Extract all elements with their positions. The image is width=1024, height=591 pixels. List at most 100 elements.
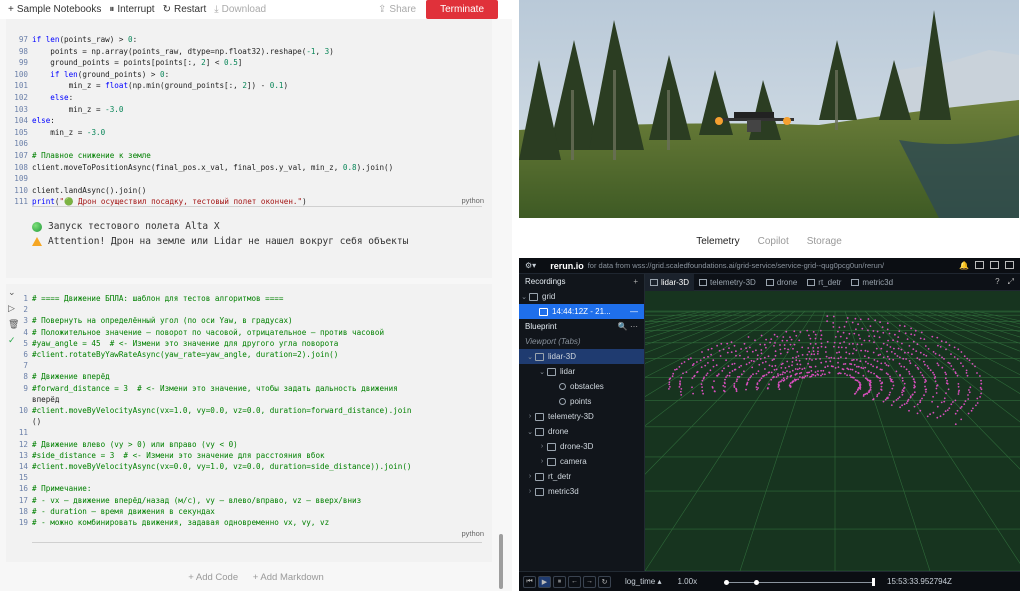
blueprint-item-drone-3D[interactable]: › drone-3D bbox=[519, 439, 644, 454]
lidar-point bbox=[889, 391, 891, 394]
blueprint-item-lidar-3D[interactable]: ⌄ lidar-3D bbox=[519, 349, 644, 364]
sample-notebooks-button[interactable]: + Sample Notebooks bbox=[8, 4, 101, 15]
lidar-point bbox=[854, 370, 857, 373]
view-tab-drone[interactable]: drone bbox=[761, 274, 802, 291]
cell-divider bbox=[32, 206, 482, 207]
add-code-button[interactable]: + Add Code bbox=[188, 572, 238, 583]
arrow-left-icon[interactable]: ← bbox=[568, 575, 581, 588]
remove-icon[interactable]: — bbox=[630, 307, 638, 316]
blueprint-item-telemetry-3D[interactable]: › telemetry-3D bbox=[519, 409, 644, 424]
lidar-point bbox=[791, 364, 793, 367]
time-cursor[interactable] bbox=[872, 578, 875, 586]
viewport-row[interactable]: Viewport (Tabs) bbox=[519, 334, 644, 349]
time-slider[interactable] bbox=[724, 578, 875, 586]
bell-icon[interactable]: 🔔 bbox=[959, 261, 969, 270]
loop-icon[interactable]: ↻ bbox=[598, 575, 611, 588]
arrow-right-icon[interactable]: → bbox=[583, 575, 596, 588]
lidar-point bbox=[743, 357, 746, 360]
download-button[interactable]: ⤓ Download bbox=[214, 4, 266, 15]
chevron-icon[interactable]: › bbox=[525, 413, 535, 420]
view-tab-telemetry-3D[interactable]: telemetry-3D bbox=[694, 274, 761, 291]
blueprint-item-metric3d[interactable]: › metric3d bbox=[519, 484, 644, 499]
slider-handle[interactable] bbox=[754, 580, 759, 585]
lidar-point bbox=[711, 386, 714, 388]
add-recording-icon[interactable]: + bbox=[633, 277, 638, 286]
lidar-point bbox=[892, 358, 895, 361]
lidar-point bbox=[979, 386, 982, 389]
lidar-point bbox=[967, 394, 969, 396]
lidar-point bbox=[846, 317, 849, 319]
lidar-point bbox=[801, 346, 804, 349]
right-panel-icon[interactable] bbox=[1005, 261, 1014, 269]
chevron-icon[interactable]: ⌄ bbox=[525, 353, 535, 361]
chevron-icon[interactable]: › bbox=[525, 488, 535, 495]
lidar-point bbox=[931, 400, 933, 403]
lidar-point bbox=[932, 351, 935, 353]
run-cell-icon[interactable]: ▷ bbox=[8, 303, 19, 314]
tab-telemetry[interactable]: Telemetry bbox=[696, 236, 739, 247]
lidar-point bbox=[745, 388, 747, 391]
lidar-point bbox=[936, 336, 939, 339]
speed-control[interactable]: 1.00x bbox=[678, 577, 698, 586]
lidar-point bbox=[919, 371, 922, 374]
interrupt-button[interactable]: ⏸ Interrupt bbox=[109, 4, 154, 15]
slider-start-handle[interactable] bbox=[724, 580, 729, 585]
blueprint-item-rt_detr[interactable]: › rt_detr bbox=[519, 469, 644, 484]
code-editor-1[interactable]: 97 if len(points_raw) > 0: 98 points = np.… bbox=[14, 35, 482, 225]
lidar-point bbox=[924, 381, 926, 383]
left-panel-icon[interactable] bbox=[975, 261, 984, 269]
blueprint-item-lidar[interactable]: ⌄ lidar bbox=[519, 364, 644, 379]
lidar-point bbox=[924, 388, 927, 391]
lidar-point bbox=[838, 326, 841, 329]
tab-copilot[interactable]: Copilot bbox=[758, 236, 789, 247]
lidar-point bbox=[801, 368, 804, 370]
chevron-icon[interactable]: ⌄ bbox=[525, 428, 535, 436]
code-cell-1[interactable]: 97 if len(points_raw) > 0: 98 points = np.… bbox=[6, 19, 492, 278]
bottom-panel-icon[interactable] bbox=[990, 261, 999, 269]
chevron-icon[interactable]: › bbox=[537, 443, 547, 450]
blueprint-item-drone[interactable]: ⌄ drone bbox=[519, 424, 644, 439]
lidar-point bbox=[844, 372, 846, 375]
chevron-icon[interactable]: ⌄ bbox=[537, 368, 547, 376]
blueprint-item-obstacles[interactable]: obstacles bbox=[519, 379, 644, 394]
view-tab-lidar-3D[interactable]: lidar-3D bbox=[645, 273, 695, 291]
recording-time[interactable]: 14:44:12Z - 21... — bbox=[519, 304, 644, 319]
share-button[interactable]: ⇪ Share bbox=[378, 4, 416, 15]
lidar-point bbox=[705, 374, 708, 377]
chevron-icon[interactable]: › bbox=[537, 458, 547, 465]
recording-grid[interactable]: ⌄ grid bbox=[519, 289, 644, 304]
blueprint-item-camera[interactable]: › camera bbox=[519, 454, 644, 469]
restart-button[interactable]: ↻ Restart bbox=[163, 4, 207, 15]
timeline-select[interactable]: log_time ▴ bbox=[625, 577, 662, 586]
help-icon[interactable]: ? bbox=[995, 277, 999, 287]
expand-icon[interactable]: ⤢ bbox=[1008, 277, 1014, 287]
add-markdown-button[interactable]: + Add Markdown bbox=[253, 572, 324, 583]
view-tab-rt_detr[interactable]: rt_detr bbox=[802, 274, 846, 291]
lidar-3d-view[interactable] bbox=[645, 291, 1020, 571]
code-editor-2[interactable]: 1 # ==== Движение БПЛА: шаблон для тестов… bbox=[19, 294, 482, 539]
lidar-point bbox=[730, 351, 733, 353]
rerun-menu-icon[interactable]: ⚙▾ bbox=[525, 261, 536, 270]
lidar-point bbox=[774, 350, 777, 353]
blueprint-icons[interactable]: 🔍 ⋯ bbox=[618, 322, 638, 331]
chevron-icon[interactable]: › bbox=[525, 473, 535, 480]
lidar-point bbox=[820, 345, 823, 348]
pause-icon[interactable]: ⏸ bbox=[553, 575, 566, 588]
lidar-point bbox=[793, 343, 796, 346]
lidar-point bbox=[976, 397, 979, 400]
line-number: 104 bbox=[14, 116, 28, 126]
code-cell-2[interactable]: 1 # ==== Движение БПЛА: шаблон для тестов… bbox=[6, 284, 492, 562]
delete-cell-icon[interactable]: 🗑 bbox=[8, 319, 19, 330]
blueprint-item-points[interactable]: points bbox=[519, 394, 644, 409]
step-back-icon[interactable]: ⏮ bbox=[523, 575, 536, 588]
notebook-scrollbar[interactable] bbox=[499, 534, 503, 589]
lidar-point bbox=[833, 341, 836, 344]
lidar-point bbox=[895, 370, 898, 373]
terminate-button[interactable]: Terminate bbox=[426, 0, 498, 19]
tab-storage[interactable]: Storage bbox=[807, 236, 842, 247]
view-tab-metric3d[interactable]: metric3d bbox=[846, 274, 898, 291]
lidar-point bbox=[916, 343, 919, 346]
lidar-point bbox=[913, 334, 916, 336]
collapse-chevron-icon[interactable]: ⌄ bbox=[8, 287, 19, 298]
play-icon[interactable]: ▶ bbox=[538, 575, 551, 588]
